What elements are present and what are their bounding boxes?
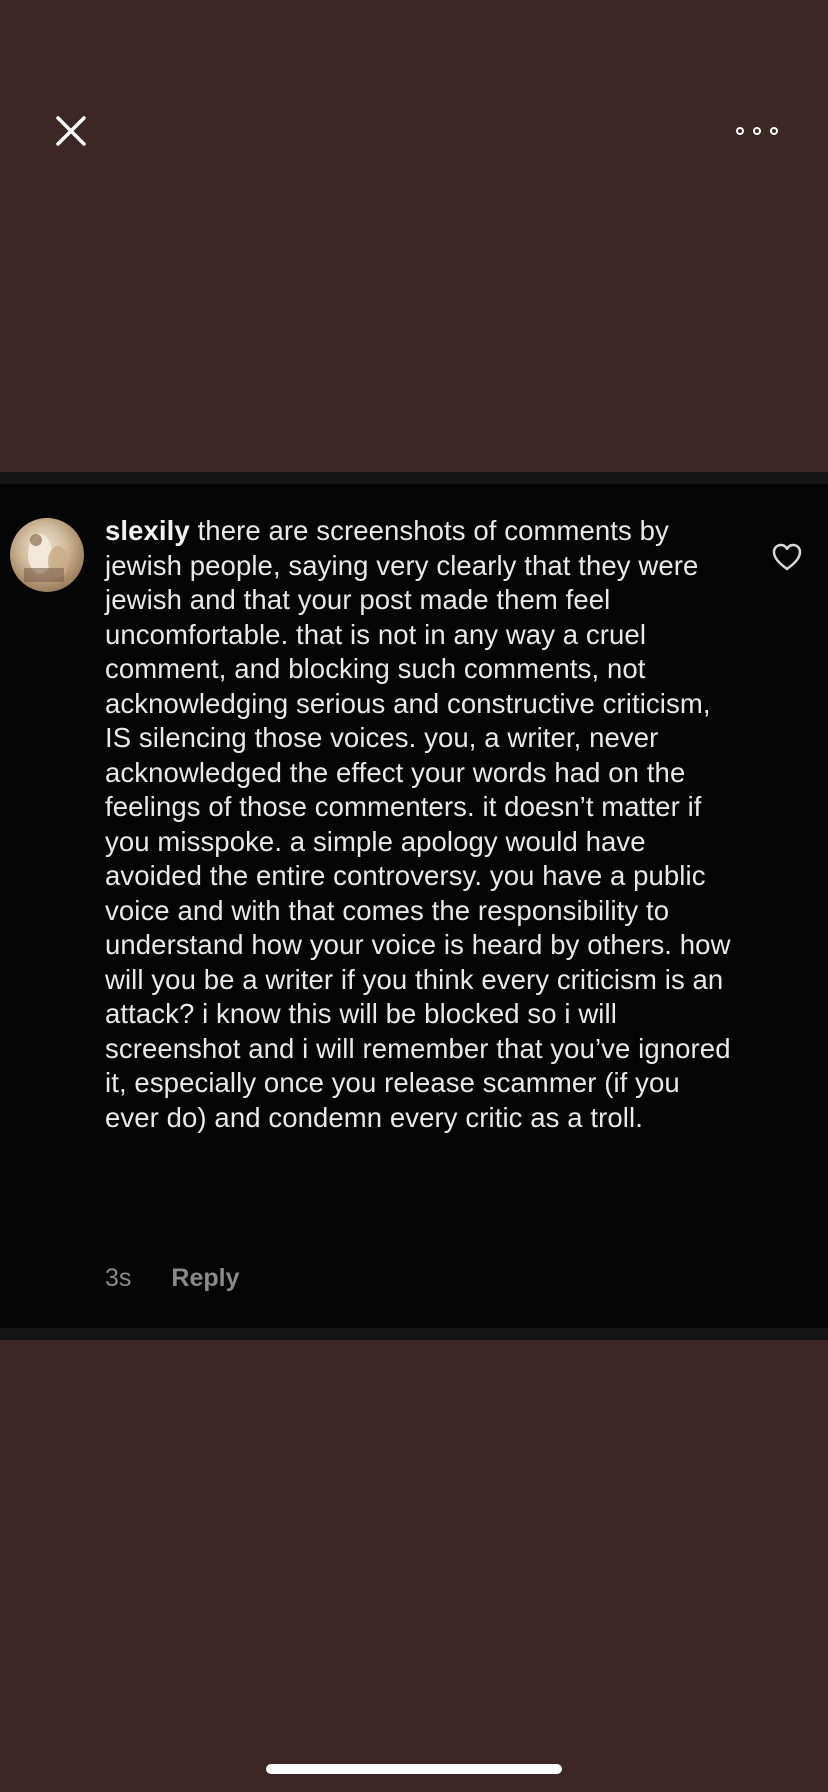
comment-text: there are screenshots of comments by jew…	[105, 515, 731, 1133]
avatar[interactable]	[10, 518, 84, 592]
close-icon	[56, 116, 86, 146]
comment-panel: slexily there are screenshots of comment…	[0, 472, 828, 1340]
more-options-icon-dot	[753, 127, 761, 135]
comment-meta: 3s Reply	[105, 1264, 240, 1293]
like-button[interactable]	[771, 542, 803, 572]
heart-icon	[772, 543, 802, 571]
comment-username[interactable]: slexily	[105, 515, 190, 546]
more-options-button[interactable]	[736, 118, 778, 144]
reply-button[interactable]: Reply	[171, 1264, 239, 1293]
more-options-icon	[736, 127, 744, 135]
comment-timestamp: 3s	[105, 1264, 132, 1292]
comment-body: slexily there are screenshots of comment…	[105, 514, 735, 1135]
close-button[interactable]	[52, 112, 90, 150]
avatar-image	[24, 534, 68, 582]
home-indicator[interactable]	[266, 1764, 562, 1774]
more-options-icon-dot	[770, 127, 778, 135]
